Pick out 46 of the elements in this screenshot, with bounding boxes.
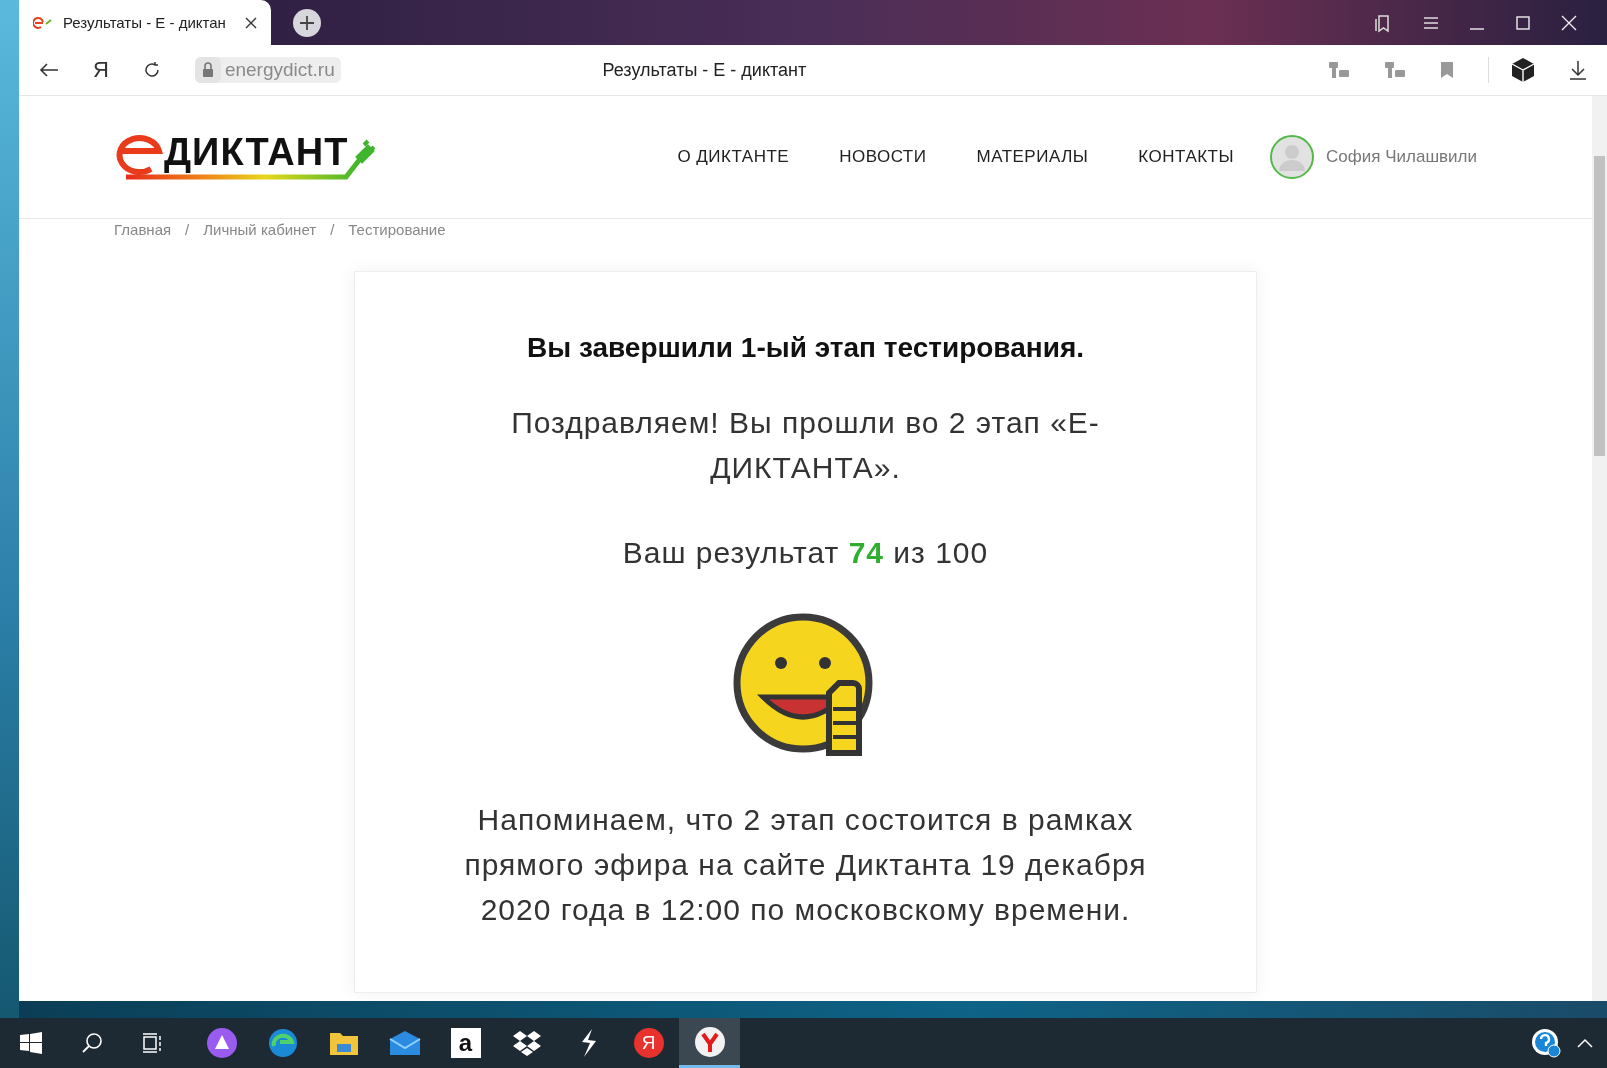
box-pattern-icon [511,1030,542,1056]
nav-link[interactable]: МАТЕРИАЛЫ [976,147,1089,167]
search-icon [80,1032,103,1054]
triangle-circle-icon [206,1028,237,1058]
lock-icon[interactable] [194,57,221,83]
breadcrumb-link[interactable]: Тестирование [348,221,446,255]
breadcrumb-link[interactable]: Главная [114,221,172,255]
reload-icon[interactable] [142,61,161,79]
breadcrumb-separator: / [185,221,190,240]
new-tab-icon[interactable] [293,8,321,37]
nav-link[interactable]: НОВОСТИ [839,147,927,167]
swirl-circle-icon [267,1028,298,1058]
logo-text[interactable]: ДИКТАНТ [164,131,349,174]
taskbar-button[interactable] [679,1018,740,1068]
result-heading: Вы завершили 1-ый этап тестирования. [526,332,1084,364]
browser-tab[interactable]: Результаты - Е - диктан [19,0,271,45]
score-text: Ваш результат 74 из 100 [622,535,989,571]
scrollbar[interactable] [1592,96,1607,1001]
key-icon[interactable] [1384,60,1406,80]
mail-icon [388,1030,421,1056]
back-arrow-icon[interactable] [39,62,59,78]
nav-link[interactable]: О ДИКТАНТЕ [677,147,790,167]
maximize-icon[interactable] [1515,14,1531,31]
yandex-button[interactable]: Я [93,57,109,83]
help-icon[interactable] [1531,1028,1561,1058]
nav-link[interactable]: КОНТАКТЫ [1138,147,1235,167]
box-icon[interactable] [1488,57,1535,83]
y-circle-icon [693,1025,726,1058]
bookmark-icon[interactable] [1440,61,1454,79]
windows-logo-icon [19,1032,42,1054]
user-name[interactable]: София Чилашвили [1326,147,1477,167]
breadcrumb-link[interactable]: Личный кабинет [203,221,317,255]
task-view-icon [141,1032,164,1054]
reminder-text: Напоминаем, что 2 этап состоится в рамках прямого эфира на сайте Диктанта 19 декабря 2020 года в 12:00 по московскому времени. [463,802,1148,928]
download-icon[interactable] [1569,60,1587,80]
folder-icon [328,1030,359,1056]
page-title: Результаты - Е - диктант [601,59,808,81]
key-icon[interactable] [1328,60,1350,80]
site-favicon [33,15,53,30]
taskbar-button[interactable]: Я [618,1018,679,1068]
close-icon[interactable] [245,16,257,29]
taskbar-button[interactable]: a [435,1018,496,1068]
menu-icon[interactable] [1423,15,1439,30]
congrats-text: Поздравляем! Вы прошли во 2 этап «Е-ДИКТАНТА». [510,405,1101,486]
breadcrumb-separator: / [330,221,335,240]
chevron-up-icon[interactable] [1577,1038,1593,1048]
